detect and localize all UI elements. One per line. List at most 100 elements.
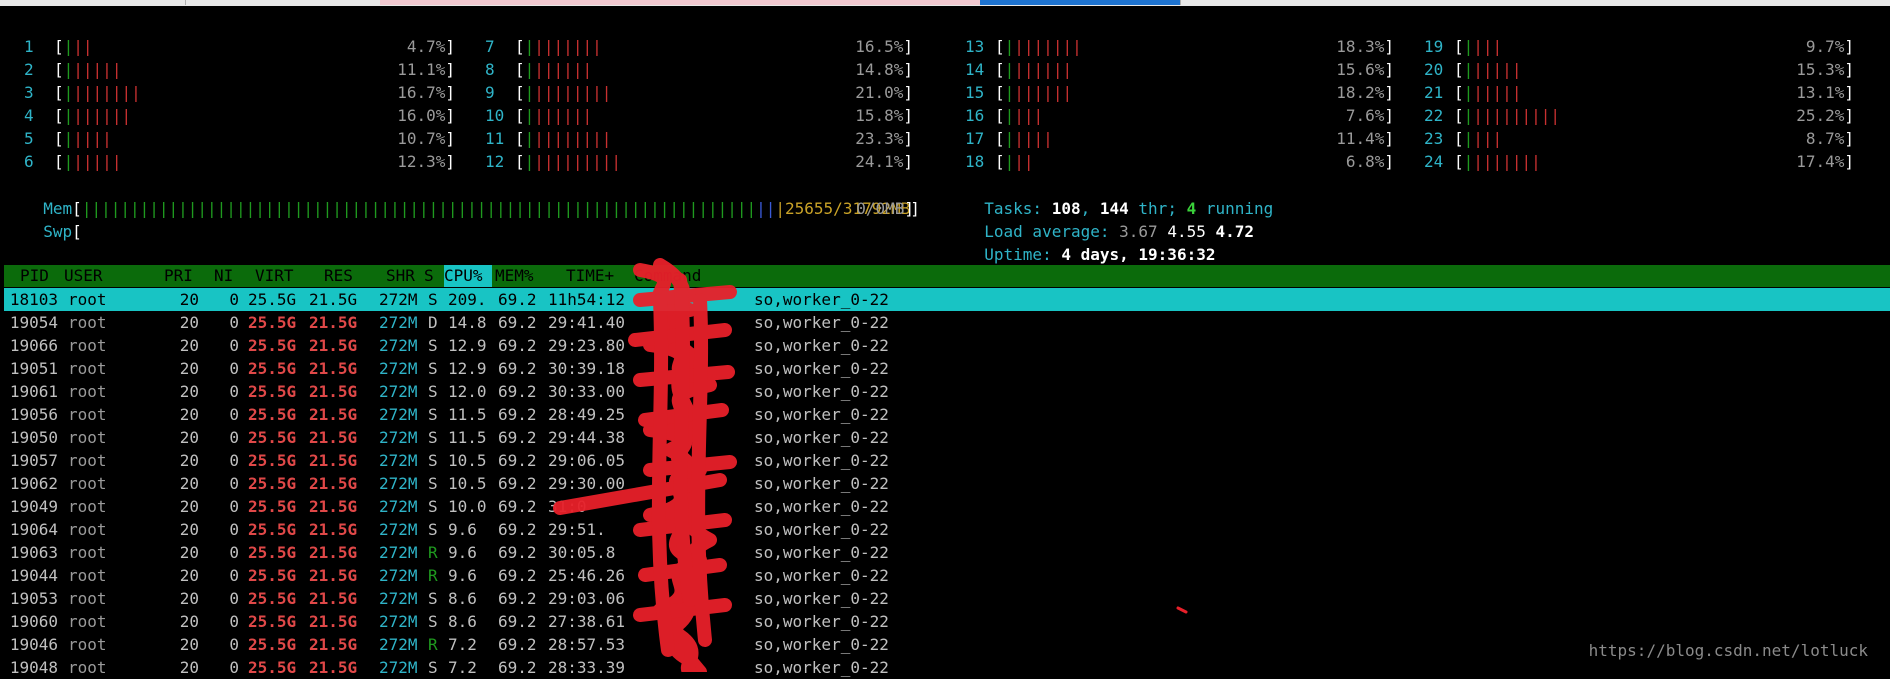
cell-ni: 0: [229, 336, 239, 355]
cell-shr: 272M: [379, 428, 418, 447]
cell-s: S: [428, 405, 438, 424]
table-row[interactable]: 19063 root 20 0 25.5G 21.5G 272M R 9.6 69.2 30:05.…: [4, 541, 1890, 564]
cell-pid: 19051: [9, 359, 58, 378]
col-cpu-sorted[interactable]: CPU%: [444, 265, 492, 287]
cell-virt: 25.5G: [248, 589, 297, 608]
cell-cpu: 10.5: [448, 451, 487, 470]
cell-s: S: [428, 451, 438, 470]
table-row[interactable]: 19057 root 20 0 25.5G 21.5G 272M S 10.5 69.2 29:06…: [4, 449, 1890, 472]
cell-shr: 272M: [379, 382, 418, 401]
process-table-header: PID USER PRI NI VIRT RES SHR S CPU% MEM%…: [4, 265, 1890, 287]
cell-user: root: [68, 313, 107, 332]
cell-virt: 25.5G: [248, 474, 297, 493]
cell-mem: 69.2: [498, 658, 537, 677]
tab-strip-segment[interactable]: [1180, 0, 1890, 5]
cpu-usage-bar: ||||||: [63, 152, 122, 171]
col-virt[interactable]: VIRT: [255, 265, 294, 287]
cpu-usage-bar: ||||||: [63, 60, 122, 79]
cell-ni: 0: [229, 635, 239, 654]
cell-cpu: 12.0: [448, 382, 487, 401]
cpu-number: 10: [485, 106, 505, 125]
table-row[interactable]: 19066 root 20 0 25.5G 21.5G 272M S 12.9 69.2 29:23…: [4, 334, 1890, 357]
cell-cmd: so,worker_0-22: [754, 658, 889, 677]
cpu-number: 12: [485, 152, 505, 171]
cell-pri: 20: [179, 543, 199, 562]
cell-pid: 19054: [9, 313, 58, 332]
cell-shr: 272M: [379, 566, 418, 585]
cell-shr: 272M: [379, 290, 418, 309]
tab-strip-segment[interactable]: [575, 0, 771, 5]
tab-strip-segment[interactable]: [770, 0, 981, 5]
cell-cpu: 8.6: [448, 612, 477, 631]
cell-cpu: 10.0: [448, 497, 487, 516]
col-shr[interactable]: SHR: [386, 265, 415, 287]
tab-strip-segment[interactable]: [380, 0, 576, 5]
cell-cmd: so,worker_0-22: [754, 359, 889, 378]
table-row[interactable]: 19061 root 20 0 25.5G 21.5G 272M S 12.0 69.2 30:33…: [4, 380, 1890, 403]
table-row[interactable]: 19056 root 20 0 25.5G 21.5G 272M S 11.5 69.2 28:49…: [4, 403, 1890, 426]
cpu-percent: 7.6%: [1345, 106, 1385, 125]
cell-pid: 18103: [9, 290, 58, 309]
table-row[interactable]: 19049 root 20 0 25.5G 21.5G 272M S 10.0 69.2 31:0 s…: [4, 495, 1890, 518]
cell-shr: 272M: [379, 497, 418, 516]
cell-ni: 0: [229, 382, 239, 401]
table-row[interactable]: 19050 root 20 0 25.5G 21.5G 272M S 11.5 69.2 29:44…: [4, 426, 1890, 449]
col-pid[interactable]: PID: [20, 265, 49, 287]
cell-user: root: [68, 451, 107, 470]
cpu-meter-24: 24 [|||||||| 17.4%]: [1424, 152, 1854, 171]
cell-ni: 0: [229, 658, 239, 677]
col-command[interactable]: Command: [634, 265, 701, 287]
cpu-percent: 4.7%: [406, 37, 446, 56]
table-row[interactable]: 19051 root 20 0 25.5G 21.5G 272M S 12.9 69.2 30:39…: [4, 357, 1890, 380]
col-state[interactable]: S: [424, 265, 434, 287]
cell-ni: 0: [229, 612, 239, 631]
cpu-usage-bar: |||||||: [63, 106, 132, 125]
table-row[interactable]: 19060 root 20 0 25.5G 21.5G 272M S 8.6 69.2 27:38.…: [4, 610, 1890, 633]
cell-user: root: [68, 382, 107, 401]
cpu-meter-19: 19 [|||| 9.7%]: [1424, 37, 1854, 56]
cpu-number: 14: [965, 60, 985, 79]
cell-ni: 0: [229, 451, 239, 470]
tab-strip-segment[interactable]: [185, 0, 381, 5]
cell-virt: 25.5G: [248, 382, 297, 401]
col-mem[interactable]: MEM%: [495, 265, 534, 287]
cell-user: root: [68, 290, 107, 309]
cell-pri: 20: [179, 428, 199, 447]
cell-res: 21.5G: [309, 543, 358, 562]
col-time[interactable]: TIME+: [566, 265, 614, 287]
table-row[interactable]: 19062 root 20 0 25.5G 21.5G 272M S 10.5 69.2 29:30…: [4, 472, 1890, 495]
cpu-usage-bar: ||||: [1004, 106, 1044, 125]
table-row[interactable]: 19053 root 20 0 25.5G 21.5G 272M S 8.6 69.2 29:03.…: [4, 587, 1890, 610]
cpu-meter-15: 15 [||||||| 18.2%]: [965, 83, 1394, 102]
cell-cpu: 8.6: [448, 589, 477, 608]
cpu-percent: 15.3%: [1796, 60, 1845, 79]
cell-time: 11h54:12: [548, 290, 626, 309]
cpu-usage-bar: |||: [63, 37, 93, 56]
cell-user: root: [68, 520, 107, 539]
cell-ni: 0: [229, 405, 239, 424]
watermark: https://blog.csdn.net/lotluck: [1588, 641, 1868, 660]
cell-s: S: [428, 428, 438, 447]
cpu-usage-bar: ||||||: [1463, 83, 1522, 102]
col-user[interactable]: USER: [64, 265, 103, 287]
col-ni[interactable]: NI: [214, 265, 233, 287]
cpu-meter-18: 18 [||| 6.8%]: [965, 152, 1394, 171]
cpu-number: 23: [1424, 129, 1444, 148]
table-row-selected[interactable]: 18103 root 20 0 25.5G 21.5G 272M S 209. 69.2 11h54…: [4, 288, 1890, 311]
cpu-usage-bar: |||||||: [524, 60, 593, 79]
table-row[interactable]: 19054 root 20 0 25.5G 21.5G 272M D 14.8 69.2 29:41…: [4, 311, 1890, 334]
tab-strip-segment-active[interactable]: [980, 0, 1181, 5]
cell-res: 21.5G: [309, 589, 358, 608]
cpu-usage-bar: |||||: [63, 129, 112, 148]
col-res[interactable]: RES: [324, 265, 353, 287]
table-row[interactable]: 19064 root 20 0 25.5G 21.5G 272M S 9.6 69.2 29:51.…: [4, 518, 1890, 541]
col-pri[interactable]: PRI: [164, 265, 193, 287]
cell-cpu: 14.8: [448, 313, 487, 332]
cpu-meter-8: 8 [||||||| 14.8%]: [485, 60, 913, 79]
cell-mem: 69.2: [498, 428, 537, 447]
table-row[interactable]: 19044 root 20 0 25.5G 21.5G 272M R 9.6 69.2 25:46.…: [4, 564, 1890, 587]
cpu-meter-20: 20 [|||||| 15.3%]: [1424, 60, 1854, 79]
cell-time: 29:23.80: [548, 336, 626, 355]
cell-shr: 272M: [379, 474, 418, 493]
tab-strip-segment[interactable]: [0, 0, 186, 5]
